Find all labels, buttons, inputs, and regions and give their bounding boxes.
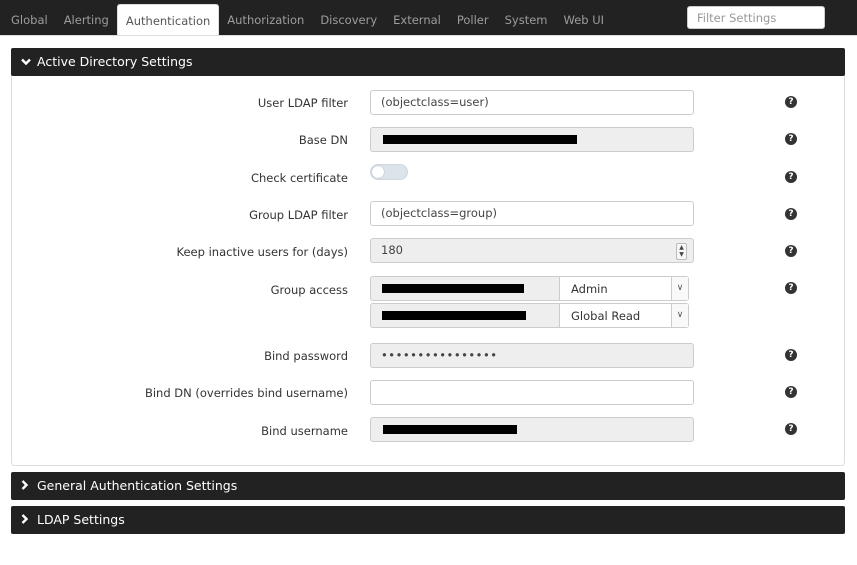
chevron-right-icon — [21, 506, 35, 534]
chevron-down-icon: ∨ — [671, 304, 688, 327]
question-circle-icon[interactable]: ? — [785, 208, 797, 220]
bind-password-label: Bind password — [264, 349, 348, 363]
chevron-down-icon: ∨ — [671, 277, 688, 300]
question-circle-icon[interactable]: ? — [785, 423, 797, 435]
group-role-value: Global Read — [571, 309, 641, 323]
group-ldap-filter-label: Group LDAP filter — [249, 208, 348, 222]
bind-dn-input[interactable] — [370, 380, 694, 405]
tab-alerting[interactable]: Alerting — [56, 4, 117, 35]
question-circle-icon[interactable]: ? — [785, 245, 797, 257]
filter-settings-input[interactable] — [687, 6, 825, 29]
redacted-text — [382, 284, 524, 293]
ldap-panel-header[interactable]: LDAP Settings — [11, 506, 845, 534]
group-access-role-select[interactable]: Admin ∨ — [560, 276, 689, 301]
group-access-label: Group access — [270, 283, 348, 297]
tab-system[interactable]: System — [497, 4, 556, 35]
question-circle-icon[interactable]: ? — [785, 349, 797, 361]
tab-external[interactable]: External — [385, 4, 449, 35]
tab-discovery[interactable]: Discovery — [312, 4, 385, 35]
check-certificate-label: Check certificate — [250, 171, 348, 185]
tab-web-ui[interactable]: Web UI — [556, 4, 613, 35]
redacted-text — [383, 425, 517, 434]
question-circle-icon[interactable]: ? — [785, 386, 797, 398]
toggle-knob — [372, 166, 384, 178]
panel-title: General Authentication Settings — [37, 478, 238, 493]
user-ldap-filter-label: User LDAP filter — [257, 96, 348, 110]
panel-title: Active Directory Settings — [37, 54, 193, 69]
base-dn-input[interactable] — [370, 127, 694, 152]
question-circle-icon[interactable]: ? — [785, 96, 797, 108]
tab-list: Global Alerting Authentication Authoriza… — [3, 4, 612, 35]
bind-dn-label: Bind DN (overrides bind username) — [144, 386, 348, 400]
bind-username-label: Bind username — [261, 424, 348, 438]
chevron-right-icon — [21, 472, 35, 500]
active-directory-panel-header[interactable]: Active Directory Settings — [11, 48, 845, 76]
user-ldap-filter-input[interactable]: (objectclass=user) — [370, 90, 694, 115]
group-access-role-select[interactable]: Global Read ∨ — [560, 303, 689, 328]
keep-inactive-label: Keep inactive users for (days) — [176, 245, 348, 259]
panel-title: LDAP Settings — [37, 512, 125, 527]
group-access-group-input[interactable] — [370, 276, 560, 301]
redacted-text — [383, 135, 577, 144]
group-ldap-filter-input[interactable]: (objectclass=group) — [370, 201, 694, 226]
bind-password-input[interactable]: •••••••••••••••• — [370, 343, 694, 368]
general-auth-panel-header[interactable]: General Authentication Settings — [11, 472, 845, 500]
settings-tab-bar: Global Alerting Authentication Authoriza… — [0, 0, 857, 36]
question-circle-icon[interactable]: ? — [785, 282, 797, 294]
bind-username-input[interactable] — [370, 417, 694, 442]
question-circle-icon[interactable]: ? — [785, 133, 797, 145]
tab-authorization[interactable]: Authorization — [219, 4, 312, 35]
redacted-text — [382, 311, 526, 320]
keep-inactive-value: 180 — [381, 243, 403, 257]
tab-authentication[interactable]: Authentication — [116, 4, 220, 35]
chevron-down-icon — [21, 48, 35, 76]
group-access-group-input[interactable] — [370, 303, 560, 328]
keep-inactive-input[interactable]: 180 ▲ ▼ — [370, 238, 694, 263]
base-dn-label: Base DN — [298, 133, 348, 147]
tab-poller[interactable]: Poller — [449, 4, 497, 35]
group-role-value: Admin — [571, 282, 608, 296]
number-spinner[interactable]: ▲ ▼ — [676, 243, 687, 260]
question-circle-icon[interactable]: ? — [785, 171, 797, 183]
check-certificate-toggle[interactable] — [370, 164, 408, 180]
tab-global[interactable]: Global — [3, 4, 56, 35]
